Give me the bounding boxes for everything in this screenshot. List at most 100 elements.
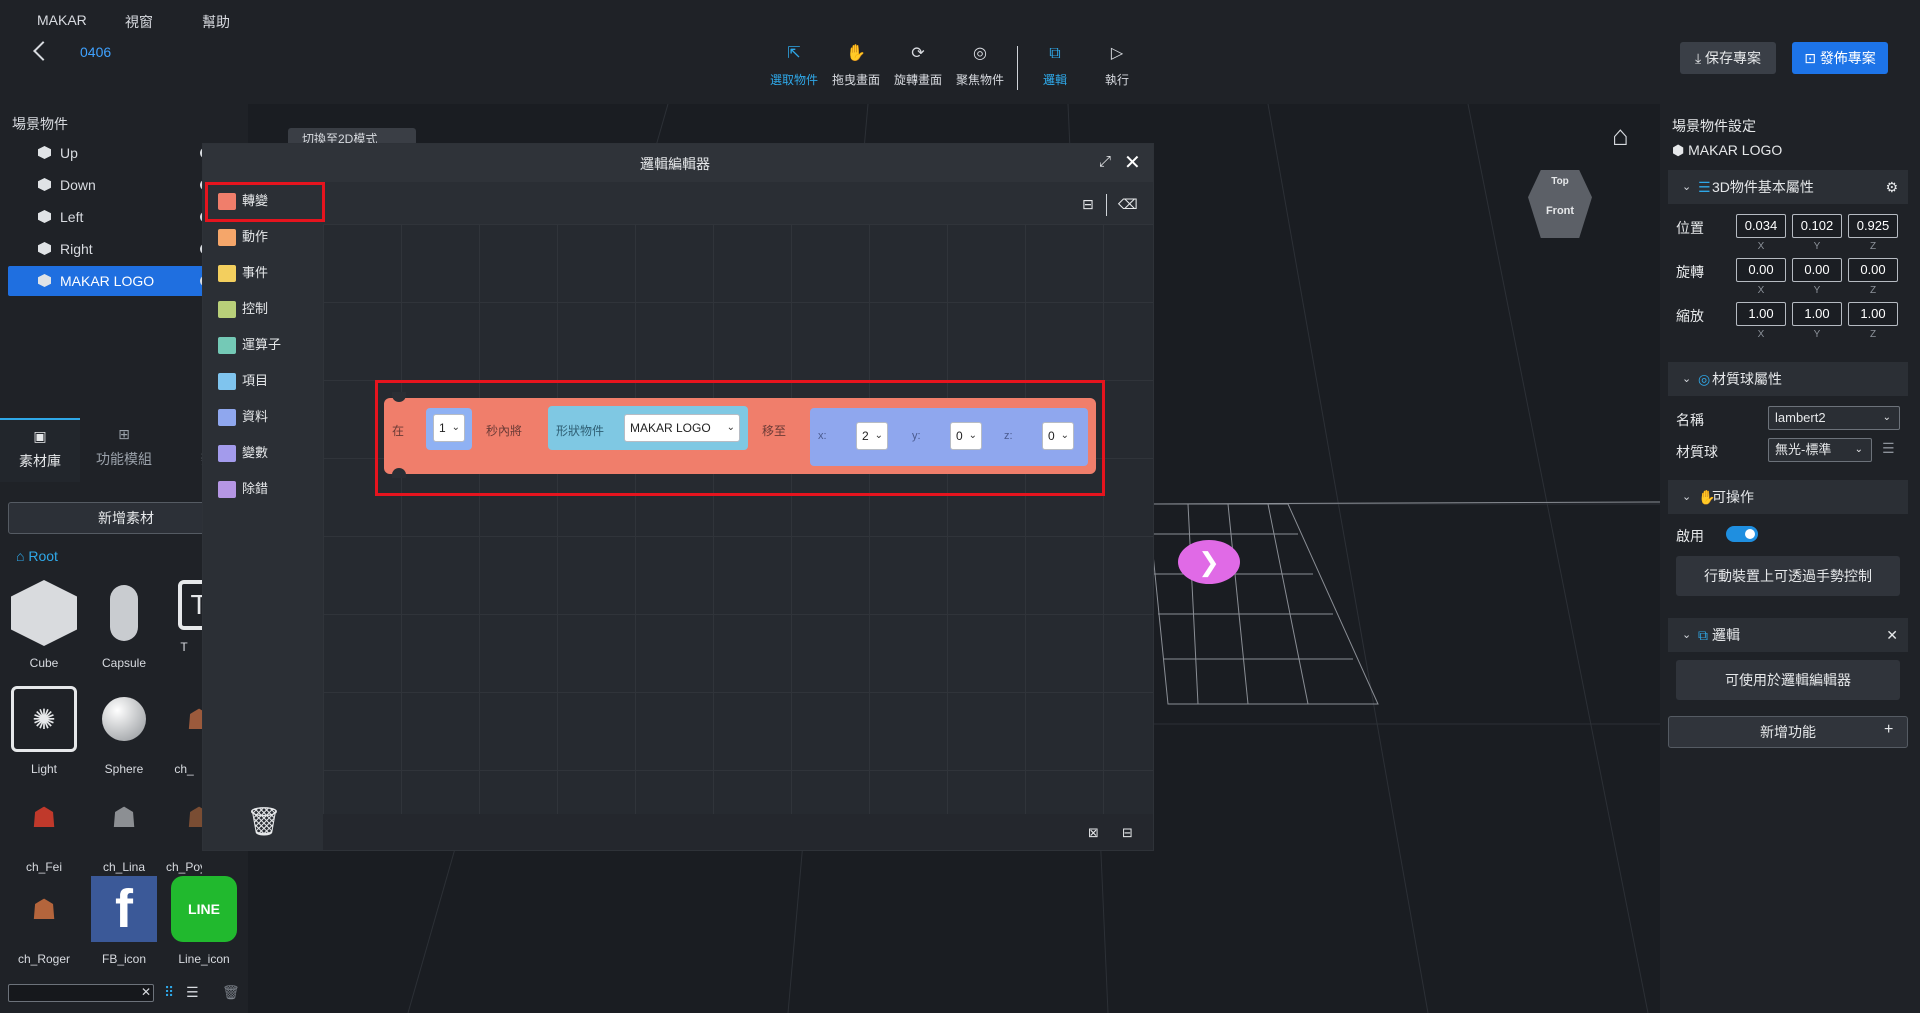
tool-run[interactable]: ▷ 執行 [1086,44,1148,88]
enable-toggle[interactable] [1726,526,1758,542]
view-cube-front[interactable]: Front [1528,187,1592,217]
save-label: 保存專案 [1705,50,1762,66]
position-x-input[interactable]: 0.034 [1736,214,1786,238]
logic-editor-info: 可使用於邏輯編輯器 [1676,660,1900,700]
asset-text[interactable]: TT [166,580,202,678]
clean-up-icon[interactable]: ⌫ [1118,196,1138,213]
clear-search-icon[interactable]: ✕ [141,985,151,999]
section-interactive[interactable]: ⌄ ✋ 可操作 [1668,480,1908,514]
publish-project-button[interactable]: ⊡ 發佈專案 [1792,42,1888,74]
position-label: 位置 [1676,220,1704,236]
tool-logic[interactable]: ⧉ 邏輯 [1024,44,1086,88]
asset-search-input[interactable] [8,984,154,1002]
asset-cube[interactable]: Cube [6,580,82,678]
tool-pan[interactable]: ✋ 拖曳畫面 [825,44,887,88]
maximize-icon[interactable]: ⤢ [1099,153,1111,170]
settings-title: 場景物件設定 [1672,118,1756,134]
zoom-fit-icon[interactable]: ⊠ [1088,825,1099,841]
remove-logic-icon[interactable]: ✕ [1886,618,1898,652]
category-data[interactable]: 資料 [218,404,318,430]
scene-item-label: Left [60,209,84,225]
section-basic-properties[interactable]: ⌄ ☰ 3D物件基本屬性 ⚙ [1668,170,1908,204]
position-z-input[interactable]: 0.925 [1848,214,1898,238]
asset-sphere[interactable]: Sphere [86,686,162,784]
axis-z-label: Z [1869,329,1877,340]
category-item[interactable]: 項目 [218,368,318,394]
asset-label: ch_ [174,762,194,776]
scene-arrow-object[interactable]: ❯ [1178,540,1240,584]
category-control[interactable]: 控制 [218,296,318,322]
asset-ch[interactable]: ☗ ch_ [166,686,202,784]
reset-gear-icon[interactable]: ⚙ [1885,170,1898,204]
scene-item-right[interactable]: Right [8,234,214,264]
asset-ch-poyu[interactable]: ☗ ch_Poyu [166,784,202,882]
scene-item-left[interactable]: Left [8,202,214,232]
asset-ch-roger[interactable]: ☗ ch_Roger [6,876,82,974]
category-operator[interactable]: 運算子 [218,332,318,358]
scene-item-up[interactable]: Up [8,138,214,168]
scene-item-down[interactable]: Down [8,170,214,200]
logic-icon: ⧉ [1049,45,1061,62]
chevron-down-icon: ⌄ [1882,412,1891,423]
scale-y-input[interactable]: 1.00 [1792,302,1842,326]
asset-ch-fei[interactable]: ☗ ch_Fei [6,784,82,882]
logic-icon: ⧉ [1698,627,1708,643]
asset-fb-icon[interactable]: f FB_icon [86,876,162,974]
close-icon[interactable]: ✕ [1124,150,1141,175]
rotation-x-input[interactable]: 0.00 [1736,258,1786,282]
publish-label: 發佈專案 [1819,50,1876,66]
layout-icon[interactable]: ⊟ [1082,196,1094,213]
home-icon[interactable]: ⌂ [1612,120,1629,152]
trash-icon[interactable]: 🗑 [246,805,282,838]
asset-label: T [180,640,188,654]
scene-item-makar-logo[interactable]: MAKAR LOGO [8,266,214,296]
tab-modules[interactable]: ⊞ 功能模組 [84,418,164,482]
asset-light[interactable]: ✺ Light [6,686,82,784]
section-logic[interactable]: ⌄ ⧉ 邏輯 ✕ [1668,618,1908,652]
material-ball-value: 無光-標準 [1775,442,1832,457]
tool-focus[interactable]: ◎ 聚焦物件 [949,44,1011,88]
material-ball-select[interactable]: 無光-標準 ⌄ [1768,438,1872,462]
center-view-icon[interactable]: ⊟ [1122,825,1133,841]
chevron-down-icon: ⌄ [1682,629,1692,641]
menu-makar[interactable]: MAKAR [37,12,87,28]
category-debug[interactable]: 除錯 [218,476,318,502]
root-breadcrumb[interactable]: ⌂ Root [16,548,58,564]
material-name-select[interactable]: lambert2 ⌄ [1768,406,1900,430]
material-ball-label: 材質球 [1676,444,1718,460]
position-y-input[interactable]: 0.102 [1792,214,1842,238]
asset-ch-lina[interactable]: ☗ ch_Lina [86,784,162,882]
add-function-button[interactable]: 新增功能 [1668,716,1908,748]
material-menu-icon[interactable]: ☰ [1882,440,1895,457]
grid-view-icon[interactable]: ⠿ [164,984,174,1001]
asset-capsule[interactable]: Capsule [86,580,162,678]
save-project-button[interactable]: ⤓ 保存專案 [1680,42,1776,74]
tool-select-object[interactable]: ⇱ 選取物件 [763,44,825,88]
section-title: 3D物件基本屬性 [1712,179,1814,195]
scale-z-input[interactable]: 1.00 [1848,302,1898,326]
cube-icon [38,210,51,223]
menu-view[interactable]: 視窗 [125,12,153,32]
scale-x-input[interactable]: 1.00 [1736,302,1786,326]
plus-icon[interactable]: + [1884,721,1893,739]
character-thumbnail: ☗ [186,801,202,833]
rotation-y-input[interactable]: 0.00 [1792,258,1842,282]
section-title: 材質球屬性 [1712,371,1782,387]
tab-asset-library[interactable]: ▣ 素材庫 [0,418,80,482]
rotation-z-input[interactable]: 0.00 [1848,258,1898,282]
delete-icon[interactable]: 🗑 [222,984,240,1001]
category-event[interactable]: 事件 [218,260,318,286]
block-workspace[interactable] [323,182,1153,814]
category-action[interactable]: 動作 [218,224,318,250]
tool-rotate[interactable]: ⟳ 旋轉畫面 [887,44,949,88]
category-label: 控制 [242,301,269,316]
character-thumbnail: ☗ [186,703,202,735]
project-name[interactable]: 0406 [80,44,111,60]
capsule-thumbnail [91,580,157,646]
asset-line-icon[interactable]: LINE Line_icon [166,876,242,974]
section-material[interactable]: ⌄ ◎ 材質球屬性 [1668,362,1908,396]
menu-help[interactable]: 幫助 [202,12,230,32]
category-variable[interactable]: 變數 [218,440,318,466]
list-view-icon[interactable]: ☰ [186,984,199,1001]
chevron-down-icon: ⌄ [1854,444,1863,455]
